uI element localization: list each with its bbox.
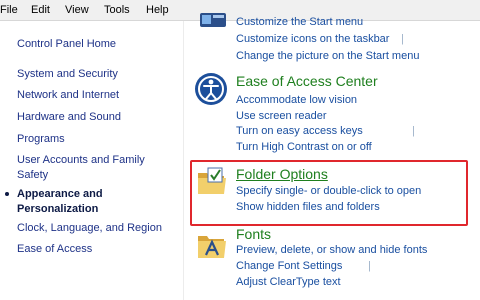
menu-view[interactable]: View xyxy=(65,4,89,16)
sidebar-item-hardware-and-sound[interactable]: Hardware and Sound xyxy=(17,109,121,125)
sidebar-item-system-and-security[interactable]: System and Security xyxy=(17,66,118,82)
link-accommodate-low-vision[interactable]: Accommodate low vision xyxy=(236,94,357,106)
link-turn-on-easy-access-keys[interactable]: Turn on easy access keys xyxy=(236,125,363,137)
fonts-icon xyxy=(198,236,226,258)
link-change-font-settings[interactable]: Change Font Settings xyxy=(236,260,342,272)
link-customize-start-menu[interactable]: Customize the Start menu xyxy=(236,16,363,28)
link-adjust-cleartype-text[interactable]: Adjust ClearType text xyxy=(236,276,341,288)
menu-tools[interactable]: Tools xyxy=(104,4,130,16)
folder-options-highlight-box xyxy=(190,160,468,226)
link-change-start-menu-picture[interactable]: Change the picture on the Start menu xyxy=(236,50,419,62)
link-customize-taskbar-icons[interactable]: Customize icons on the taskbar xyxy=(236,33,389,45)
sidebar-item-clock-language-region[interactable]: Clock, Language, and Region xyxy=(17,220,162,236)
link-preview-delete-fonts[interactable]: Preview, delete, or show and hide fonts xyxy=(236,244,427,256)
menu-edit[interactable]: Edit xyxy=(31,4,50,16)
link-use-screen-reader[interactable]: Use screen reader xyxy=(236,110,327,122)
sidebar-item-user-accounts[interactable]: User Accounts and Family xyxy=(17,152,145,168)
fonts-title[interactable]: Fonts xyxy=(236,226,271,242)
sidebar-item-network-and-internet[interactable]: Network and Internet xyxy=(17,87,119,103)
menu-help[interactable]: Help xyxy=(146,4,169,16)
current-item-bullet-icon xyxy=(5,192,9,196)
sidebar-item-programs[interactable]: Programs xyxy=(17,131,65,147)
sidebar-item-user-accounts-line2[interactable]: Safety xyxy=(17,167,48,183)
link-turn-high-contrast[interactable]: Turn High Contrast on or off xyxy=(236,141,372,153)
ease-of-access-center-title[interactable]: Ease of Access Center xyxy=(236,73,378,89)
navigation-pane: Control Panel Home System and Security N… xyxy=(0,21,184,300)
sidebar-item-ease-of-access[interactable]: Ease of Access xyxy=(17,241,92,257)
separator: | xyxy=(412,125,415,137)
control-panel-home-link[interactable]: Control Panel Home xyxy=(17,36,116,52)
sidebar-item-appearance-current-line2[interactable]: Personalization xyxy=(17,201,98,217)
ease-of-access-icon xyxy=(195,73,227,105)
sidebar-item-appearance-current[interactable]: Appearance and xyxy=(17,186,103,202)
separator: | xyxy=(368,260,371,272)
separator: | xyxy=(401,33,404,45)
menu-file[interactable]: File xyxy=(0,4,18,16)
taskbar-icon xyxy=(200,13,226,27)
